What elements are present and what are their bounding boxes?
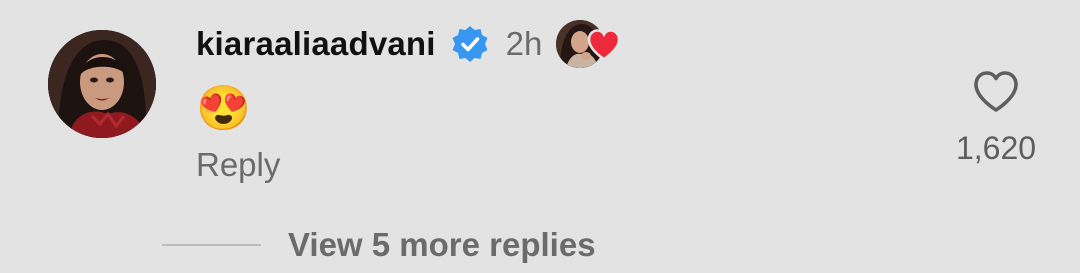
creator-liked-indicator: [556, 20, 622, 68]
replies-divider: [162, 244, 261, 246]
avatar[interactable]: [48, 30, 156, 138]
comment-header: kiaraaliaadvani 2h: [196, 20, 622, 68]
reply-button[interactable]: Reply: [196, 146, 280, 184]
like-count: 1,620: [955, 130, 1037, 166]
verified-badge-icon: [450, 24, 490, 64]
heart-outline-icon[interactable]: [972, 70, 1020, 114]
timestamp: 2h: [505, 25, 543, 62]
username[interactable]: kiaraaliaadvani: [196, 25, 436, 63]
heart-icon: [586, 28, 622, 62]
comment-text: 😍: [196, 84, 251, 133]
view-more-replies-button[interactable]: View 5 more replies: [288, 226, 596, 264]
comment-item: kiaraaliaadvani 2h 😍 Reply 1,620 View 5 …: [0, 0, 1080, 273]
